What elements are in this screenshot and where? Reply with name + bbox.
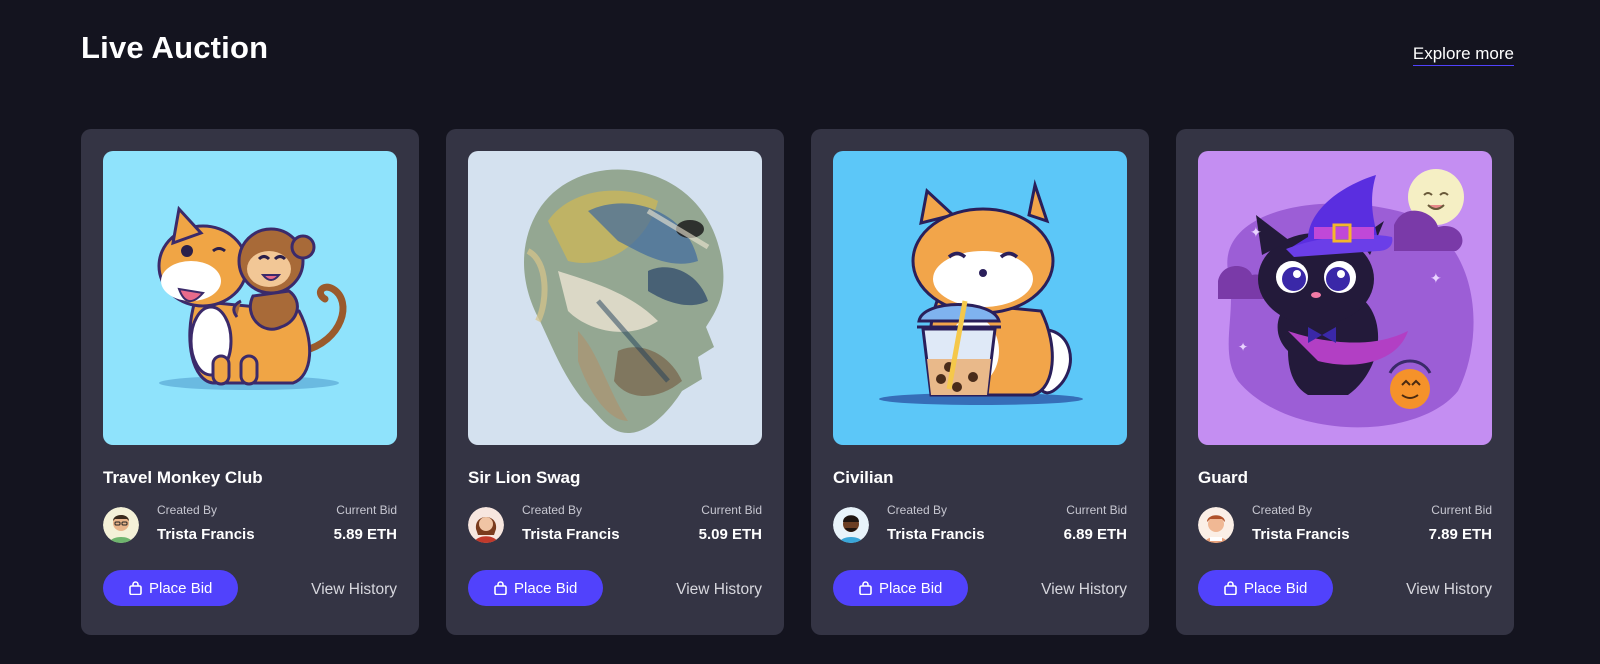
svg-text:✦: ✦ <box>1250 225 1262 241</box>
auction-card: ✦ ✦ ✦ Guard Created By Trista Francis Cu… <box>1176 129 1514 635</box>
current-bid-value: 5.89 ETH <box>333 526 397 543</box>
card-actions: Place Bid View History <box>103 570 397 606</box>
witch-cat-illustration: ✦ ✦ ✦ <box>1198 151 1492 445</box>
auction-card: Sir Lion Swag Created By Trista Francis … <box>446 129 784 635</box>
place-bid-label: Place Bid <box>879 579 943 597</box>
auction-card-list: Travel Monkey Club Created By Trista Fra… <box>81 129 1514 635</box>
view-history-link[interactable]: View History <box>1406 581 1492 599</box>
current-bid-value: 5.09 ETH <box>698 526 762 543</box>
place-bid-button[interactable]: Place Bid <box>468 570 604 606</box>
nft-image[interactable] <box>833 151 1127 445</box>
nft-title[interactable]: Civilian <box>833 468 893 488</box>
creator-info: Created By Trista Francis <box>157 502 334 543</box>
nft-image[interactable] <box>103 151 397 445</box>
place-bid-label: Place Bid <box>149 579 213 597</box>
creator-avatar[interactable] <box>1198 507 1234 543</box>
creator-info: Created By Trista Francis <box>522 502 699 543</box>
creator-info: Created By Trista Francis <box>887 502 1064 543</box>
current-bid-label: Current Bid <box>1431 503 1492 517</box>
bid-info: Current Bid 5.09 ETH <box>699 502 762 543</box>
nft-image[interactable] <box>468 151 762 445</box>
place-bid-button[interactable]: Place Bid <box>103 570 239 606</box>
shiba-monkey-illustration <box>103 151 397 445</box>
card-actions: Place Bid View History <box>833 570 1127 606</box>
view-history-link[interactable]: View History <box>676 581 762 599</box>
current-bid-label: Current Bid <box>336 503 397 517</box>
place-bid-button[interactable]: Place Bid <box>833 570 969 606</box>
svg-text:✦: ✦ <box>1430 271 1442 287</box>
card-actions: Place Bid View History <box>468 570 762 606</box>
avatar-image <box>1198 507 1234 543</box>
auction-card: Travel Monkey Club Created By Trista Fra… <box>81 129 419 635</box>
creator-name[interactable]: Trista Francis <box>157 526 334 543</box>
shopping-bag-icon <box>859 581 872 595</box>
svg-text:✦: ✦ <box>1238 340 1248 354</box>
shiba-boba-illustration <box>833 151 1127 445</box>
card-actions: Place Bid View History <box>1198 570 1492 606</box>
bid-info: Current Bid 6.89 ETH <box>1064 502 1127 543</box>
creator-avatar[interactable] <box>833 507 869 543</box>
painted-skull-illustration <box>468 151 762 445</box>
creator-name[interactable]: Trista Francis <box>1252 526 1429 543</box>
avatar-image <box>833 507 869 543</box>
created-by-label: Created By <box>157 503 218 517</box>
creator-avatar[interactable] <box>468 507 504 543</box>
nft-title[interactable]: Guard <box>1198 468 1248 488</box>
view-history-link[interactable]: View History <box>1041 581 1127 599</box>
creator-avatar[interactable] <box>103 507 139 543</box>
current-bid-label: Current Bid <box>701 503 762 517</box>
avatar-image <box>103 507 139 543</box>
nft-title[interactable]: Sir Lion Swag <box>468 468 580 488</box>
explore-more-link[interactable]: Explore more <box>1412 44 1514 66</box>
avatar-image <box>468 507 504 543</box>
current-bid-value: 6.89 ETH <box>1063 526 1127 543</box>
view-history-link[interactable]: View History <box>311 581 397 599</box>
current-bid-label: Current Bid <box>1066 503 1127 517</box>
creator-info: Created By Trista Francis <box>1252 502 1429 543</box>
current-bid-value: 7.89 ETH <box>1428 526 1492 543</box>
creator-name[interactable]: Trista Francis <box>522 526 699 543</box>
place-bid-label: Place Bid <box>1244 579 1308 597</box>
created-by-label: Created By <box>887 503 948 517</box>
created-by-label: Created By <box>1252 503 1313 517</box>
auction-card: Civilian Created By Trista Francis Curre… <box>811 129 1149 635</box>
card-meta: Created By Trista Francis Current Bid 6.… <box>833 502 1127 546</box>
bid-info: Current Bid 7.89 ETH <box>1429 502 1492 543</box>
nft-title[interactable]: Travel Monkey Club <box>103 468 263 488</box>
card-meta: Created By Trista Francis Current Bid 5.… <box>468 502 762 546</box>
created-by-label: Created By <box>522 503 583 517</box>
creator-name[interactable]: Trista Francis <box>887 526 1064 543</box>
shopping-bag-icon <box>494 581 507 595</box>
section-title: Live Auction <box>81 30 269 65</box>
card-meta: Created By Trista Francis Current Bid 7.… <box>1198 502 1492 546</box>
shopping-bag-icon <box>129 581 142 595</box>
live-auction-section: Live Auction Explore more Travel Monkey … <box>0 0 1600 664</box>
bid-info: Current Bid 5.89 ETH <box>334 502 397 543</box>
place-bid-label: Place Bid <box>514 579 578 597</box>
card-meta: Created By Trista Francis Current Bid 5.… <box>103 502 397 546</box>
place-bid-button[interactable]: Place Bid <box>1198 570 1334 606</box>
shopping-bag-icon <box>1224 581 1237 595</box>
nft-image[interactable]: ✦ ✦ ✦ <box>1198 151 1492 445</box>
